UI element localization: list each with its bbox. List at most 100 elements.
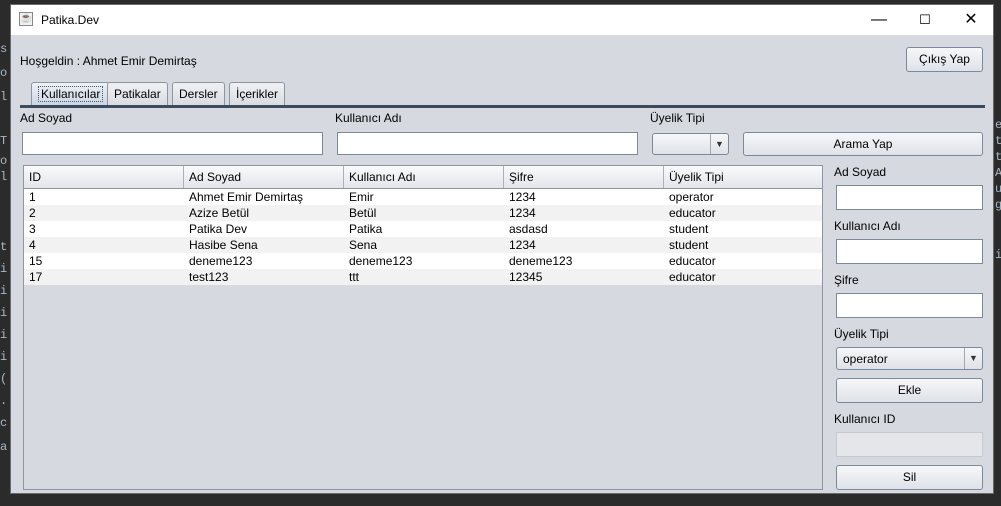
ide-code-glyph: i: [995, 248, 1001, 262]
ide-background-left: s o l To l t i i i i i(. c a: [0, 0, 10, 506]
form-password-label: Şifre: [834, 273, 859, 287]
column-header-type[interactable]: Üyelik Tipi: [664, 166, 822, 188]
ide-code-glyph: A: [995, 166, 1001, 180]
form-password-input[interactable]: [836, 293, 983, 318]
table-cell: Emir: [349, 190, 374, 204]
table-cell: 1234: [509, 206, 536, 220]
minimize-button[interactable]: —: [856, 5, 902, 35]
table-cell: educator: [669, 254, 716, 268]
tab-label: Dersler: [179, 87, 218, 101]
search-name-input[interactable]: [22, 132, 323, 155]
table-cell: deneme123: [349, 254, 413, 268]
column-header-password[interactable]: Şifre: [504, 166, 664, 188]
table-cell: Azize Betül: [189, 206, 250, 220]
table-cell: Patika Dev: [189, 222, 248, 236]
search-type-select[interactable]: ▼: [652, 133, 729, 155]
ide-code-glyph: a: [0, 440, 8, 454]
tab-label: İçerikler: [236, 87, 279, 101]
table-cell: student: [669, 238, 709, 252]
form-type-value: operator: [843, 352, 888, 366]
table-cell: 3: [29, 222, 36, 236]
column-header-id[interactable]: ID: [24, 166, 184, 188]
table-cell: ttt: [349, 270, 360, 284]
table-cell: Ahmet Emir Demirtaş: [189, 190, 304, 204]
search-name-label: Ad Soyad: [20, 111, 73, 125]
table-row[interactable]: 15 deneme123 deneme123 deneme123 educator: [24, 253, 822, 269]
table-cell: test123: [189, 270, 229, 284]
column-header-name[interactable]: Ad Soyad: [184, 166, 344, 188]
table-cell: Hasibe Sena: [189, 238, 258, 252]
tab-kullanicilar[interactable]: Kullanıcılar: [31, 82, 111, 106]
ide-code-glyph: l: [0, 90, 8, 104]
table-cell: deneme123: [189, 254, 253, 268]
table-cell: 4: [29, 238, 36, 252]
table-cell: 15: [29, 254, 43, 268]
column-header-username[interactable]: Kullanıcı Adı: [344, 166, 504, 188]
logout-button[interactable]: Çıkış Yap: [906, 47, 983, 72]
form-user-id-input[interactable]: [836, 432, 983, 457]
delete-user-button[interactable]: Sil: [836, 465, 983, 490]
table-cell: Sena: [349, 238, 378, 252]
form-username-input[interactable]: [836, 239, 983, 264]
patika-window: ☕ Patika.Dev — ☐ ✕ Hoşgeldin : Ahmet Emi…: [10, 4, 994, 494]
ide-code-glyph: c: [0, 416, 8, 430]
form-name-input[interactable]: [836, 185, 983, 210]
ide-code-glyph: (: [0, 372, 8, 386]
table-row[interactable]: 1 Ahmet Emir Demirtaş Emir 1234 operator: [24, 189, 822, 205]
welcome-label: Hoşgeldin : Ahmet Emir Demirtaş: [20, 54, 197, 68]
form-type-select[interactable]: operator ▼: [836, 347, 983, 370]
table-row[interactable]: 4 Hasibe Sena Sena 1234 student: [24, 237, 822, 253]
window-title: Patika.Dev: [41, 13, 100, 27]
maximize-icon: ☐: [919, 12, 931, 27]
ide-code-glyph: s: [0, 42, 8, 56]
users-table[interactable]: ID Ad Soyad Kullanıcı Adı Şifre Üyelik T…: [23, 165, 823, 490]
ide-code-glyph: i: [0, 328, 8, 342]
table-cell: operator: [669, 190, 714, 204]
search-username-input[interactable]: [337, 132, 638, 155]
form-user-id-label: Kullanıcı ID: [834, 412, 896, 426]
table-cell: asdasd: [509, 222, 548, 236]
table-cell: educator: [669, 206, 716, 220]
table-cell: student: [669, 222, 709, 236]
table-row[interactable]: 2 Azize Betül Betül 1234 educator: [24, 205, 822, 221]
ide-code-glyph: u: [995, 182, 1001, 196]
table-cell: 1234: [509, 190, 536, 204]
tab-dersler[interactable]: Dersler: [172, 82, 225, 106]
ide-code-glyph: g: [995, 198, 1001, 212]
title-bar: ☕ Patika.Dev — ☐ ✕: [11, 5, 993, 35]
table-cell: 1234: [509, 238, 536, 252]
ide-code-glyph: t: [995, 150, 1001, 164]
table-row[interactable]: 17 test123 ttt 12345 educator: [24, 269, 822, 285]
tab-icerikler[interactable]: İçerikler: [229, 82, 286, 106]
search-type-label: Üyelik Tipi: [650, 111, 705, 125]
tab-patikalar[interactable]: Patikalar: [107, 82, 168, 106]
table-cell: 2: [29, 206, 36, 220]
table-cell: 1: [29, 190, 36, 204]
table-cell: educator: [669, 270, 716, 284]
table-cell: Patika: [349, 222, 383, 236]
ide-code-glyph: e: [995, 118, 1001, 132]
ide-background-bottom: [0, 494, 1001, 506]
table-cell: deneme123: [509, 254, 573, 268]
table-cell: 17: [29, 270, 43, 284]
form-type-label: Üyelik Tipi: [834, 327, 889, 341]
table-cell: Betül: [349, 206, 377, 220]
form-name-label: Ad Soyad: [834, 165, 887, 179]
ide-code-glyph: t: [0, 240, 8, 254]
close-icon: ✕: [964, 11, 978, 28]
tab-label: Kullanıcılar: [38, 86, 104, 102]
ide-code-glyph: t: [995, 134, 1001, 148]
table-header: ID Ad Soyad Kullanıcı Adı Şifre Üyelik T…: [24, 166, 822, 189]
tab-label: Patikalar: [114, 87, 161, 101]
maximize-button[interactable]: ☐: [902, 5, 948, 35]
table-row[interactable]: 3 Patika Dev Patika asdasd student: [24, 221, 822, 237]
tab-strip-line: [20, 105, 985, 108]
search-button[interactable]: Arama Yap: [743, 132, 983, 156]
form-username-label: Kullanıcı Adı: [834, 219, 901, 233]
ide-code-glyph: i: [0, 306, 8, 320]
close-button[interactable]: ✕: [948, 5, 994, 35]
ide-background-right: ettAugi: [994, 0, 1001, 506]
add-user-button[interactable]: Ekle: [836, 378, 983, 403]
ide-code-glyph: T: [0, 134, 8, 148]
table-cell: 12345: [509, 270, 543, 284]
